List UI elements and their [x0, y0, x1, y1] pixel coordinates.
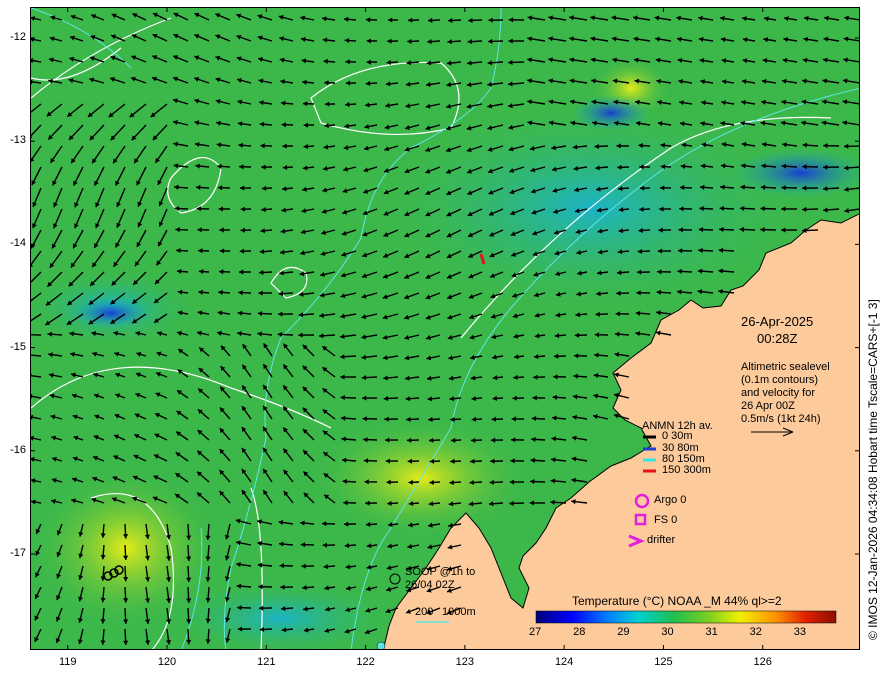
map-date: 26-Apr-2025 — [741, 314, 814, 329]
altimetry-line-3: and velocity for — [741, 387, 815, 399]
colorbar-tick-label: 29 — [617, 626, 630, 638]
anmn-legend-item: 150 300m — [662, 464, 711, 476]
x-tick-label: 125 — [654, 656, 673, 668]
drifter-label: drifter — [647, 534, 676, 546]
colorbar-tick-label: 33 — [793, 626, 806, 638]
y-tick-label: -12 — [10, 30, 26, 43]
map-panel[interactable] — [30, 7, 860, 650]
altimetry-line-5: 0.5m/s (1kt 24h) — [741, 413, 821, 425]
x-tick-label: 121 — [257, 656, 276, 668]
isobath-label-200: 200 — [415, 606, 434, 618]
fs-label: FS 0 — [654, 514, 678, 526]
credit-text: © IMOS 12-Jan-2026 04:34:08 Hobart time … — [866, 299, 880, 640]
y-tick-label: -16 — [10, 443, 26, 456]
x-tick-label: 122 — [356, 656, 375, 668]
x-tick-label: 124 — [554, 656, 574, 668]
x-tick-label: 126 — [753, 656, 772, 668]
colorbar-tick-label: 31 — [705, 626, 718, 638]
y-tick-label: -13 — [10, 134, 26, 147]
soop-label-line-2: 26/04 02Z — [405, 579, 455, 591]
altimetry-line-1: Altimetric sealevel — [741, 361, 830, 373]
altimetry-line-2: (0.1m contours) — [741, 374, 819, 386]
colorbar-tick-label: 28 — [573, 626, 586, 638]
map-time: 00:28Z — [757, 331, 798, 346]
colorbar-title: Temperature (°C) NOAA _M 44% ql>=2 — [572, 594, 782, 608]
isobath-label-1000: 1000m — [442, 606, 476, 618]
argo-label: Argo 0 — [654, 494, 687, 506]
altimetry-line-4: 26 Apr 00Z — [741, 400, 795, 412]
x-tick-label: 119 — [58, 656, 77, 668]
colorbar-tick-label: 32 — [749, 626, 762, 638]
colorbar-tick-label: 30 — [661, 626, 674, 638]
x-tick-label: 123 — [455, 656, 475, 668]
soop-label-line-1: SOOP @1h to — [405, 566, 476, 578]
x-tick-label: 120 — [157, 656, 177, 668]
sst-current-map — [31, 8, 859, 649]
colorbar-tick-label: 27 — [529, 626, 542, 638]
y-tick-label: -14 — [10, 237, 26, 250]
colorbar — [535, 610, 837, 624]
y-tick-label: -17 — [10, 547, 26, 559]
isobath-end-marker — [376, 641, 386, 649]
y-tick-label: -15 — [10, 340, 26, 353]
